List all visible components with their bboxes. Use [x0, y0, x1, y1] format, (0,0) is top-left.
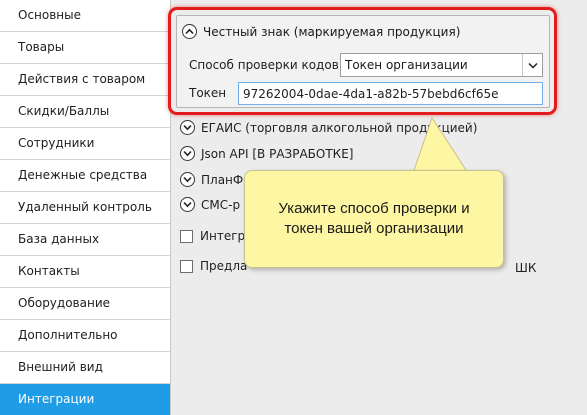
- hint-callout-text: Укажите способ проверки и токен вашей ор…: [278, 200, 470, 237]
- hint-callout: Укажите способ проверки и токен вашей ор…: [244, 170, 504, 268]
